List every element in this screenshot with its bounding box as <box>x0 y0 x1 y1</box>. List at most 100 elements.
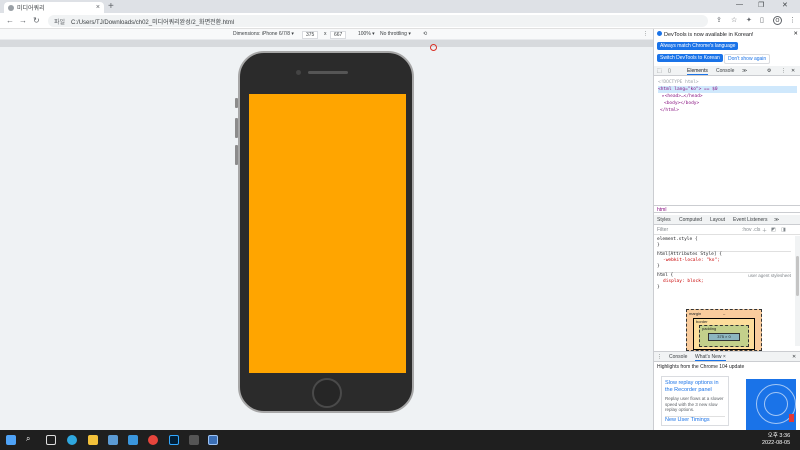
styles-scrollbar[interactable] <box>795 236 800 346</box>
card-next-link[interactable]: New User Timings <box>665 415 725 424</box>
add-rule-icon[interactable]: ＋ <box>762 227 767 234</box>
styles-tab-bar: Styles Computed Layout Event Listeners ≫ <box>654 215 800 225</box>
breadcrumb: html <box>654 205 800 213</box>
reload-icon[interactable]: ↻ <box>33 16 40 25</box>
drawer-tab-whats-new[interactable]: What's New × <box>695 354 726 361</box>
dom-line-html-close[interactable]: </html> <box>658 107 797 114</box>
tab-elements[interactable]: Elements <box>687 68 708 75</box>
device-toggle-icon[interactable]: ▯ <box>668 68 671 74</box>
bookmark-star-icon[interactable]: ☆ <box>731 16 737 24</box>
device-width-input[interactable]: 375 <box>302 31 319 39</box>
recorder-icon[interactable] <box>208 435 218 445</box>
devtools-menu-icon[interactable]: ⋮ <box>781 68 786 74</box>
photoshop-icon[interactable] <box>169 435 179 445</box>
dom-tree: <!DOCTYPE html> <html lang="ko"> == $0 ▸… <box>654 76 800 206</box>
box-border: border padding 375 × 0 <box>693 318 755 350</box>
drawer-menu-icon[interactable]: ⋮ <box>657 354 662 360</box>
menu-kebab-icon[interactable]: ⋮ <box>789 16 796 24</box>
dont-show-button[interactable]: Don't show again <box>724 54 771 64</box>
windows-taskbar: ⌕ 오후 3:36 2022-08-05 <box>0 430 800 450</box>
drawer-tab-console[interactable]: Console <box>669 354 687 360</box>
extensions-icon[interactable]: ✦ <box>746 16 752 24</box>
tab-computed[interactable]: Computed <box>679 217 702 223</box>
dom-line-html[interactable]: <html lang="ko"> == $0 <box>658 86 797 93</box>
box-model-diagram: margin – border padding 375 × 0 <box>686 309 762 351</box>
throttling-select[interactable]: No throttling ▾ <box>380 31 411 37</box>
volume-down-button <box>235 145 238 165</box>
switch-korean-button[interactable]: Switch DevTools to Korean <box>657 54 723 62</box>
taskbar-clock[interactable]: 오후 3:36 2022-08-05 <box>762 433 790 447</box>
search-icon[interactable]: ⌕ <box>26 434 36 444</box>
back-icon[interactable]: ← <box>6 16 14 25</box>
match-language-button[interactable]: Always match Chrome's language <box>657 42 739 50</box>
dom-line-doctype[interactable]: <!DOCTYPE html> <box>658 79 797 86</box>
share-icon[interactable]: ⇪ <box>716 16 722 24</box>
more-style-tabs-icon[interactable]: ≫ <box>774 217 779 223</box>
close-window-icon[interactable]: ✕ <box>782 1 788 9</box>
computed-sidebar-icon[interactable]: ◨ <box>781 227 786 233</box>
infobar-close-icon[interactable]: ✕ <box>793 31 798 37</box>
device-more-icon[interactable]: ⋮ <box>643 31 648 37</box>
volume-up-button <box>235 118 238 138</box>
color-format-icon[interactable]: ◩ <box>771 227 776 233</box>
tab-console[interactable]: Console <box>716 68 734 74</box>
card-description: Replay user flows at a slower speed with… <box>665 396 724 412</box>
zoom-select[interactable]: 100% ▾ <box>358 31 375 37</box>
store-icon[interactable] <box>108 435 118 445</box>
profile-avatar[interactable]: O <box>773 16 782 25</box>
file-scheme-label: 파일 <box>54 19 66 26</box>
dom-line-head[interactable]: ▸<head>…</head> <box>658 93 797 100</box>
side-panel-icon[interactable]: ▯ <box>760 16 764 24</box>
device-height-input[interactable]: 667 <box>330 31 347 39</box>
rotate-icon[interactable]: ⟲ <box>423 31 427 37</box>
file-explorer-icon[interactable] <box>88 435 98 445</box>
windows-start-icon[interactable] <box>6 435 16 445</box>
page-screen[interactable] <box>249 94 406 373</box>
box-margin-label: margin <box>689 311 702 316</box>
rule-html[interactable]: html { <box>657 273 673 278</box>
settings-gear-icon[interactable]: ⚙ <box>767 68 771 74</box>
rule-html-close: } <box>657 285 660 290</box>
close-devtools-icon[interactable]: ✕ <box>791 68 795 74</box>
styles-filter[interactable]: Filter :hov .cls ＋ ◩ ◨ <box>654 226 800 235</box>
tab-layout[interactable]: Layout <box>710 217 725 223</box>
forward-icon[interactable]: → <box>19 16 27 25</box>
close-tab-icon[interactable]: × <box>96 4 100 11</box>
rule-attributes-style[interactable]: html[Attributes Style] { <box>657 251 791 258</box>
whats-new-card[interactable]: Slow replay options in the Recorder pane… <box>661 376 729 426</box>
mail-icon[interactable] <box>128 435 138 445</box>
box-border-label: border <box>696 319 708 324</box>
filter-input[interactable]: Filter <box>657 227 668 233</box>
box-content[interactable]: 375 × 0 <box>708 333 740 341</box>
illustration-accent <box>789 414 794 422</box>
restore-icon[interactable]: ❐ <box>758 1 764 9</box>
mute-switch <box>235 98 238 108</box>
globe-icon <box>8 4 14 11</box>
minimize-icon[interactable]: — <box>736 1 743 8</box>
chrome-icon[interactable] <box>148 435 158 445</box>
styles-scroll-thumb[interactable] <box>796 256 799 296</box>
edge-icon[interactable] <box>67 435 77 445</box>
language-infobar: DevTools is now available in Korean! ✕ Al… <box>654 29 800 66</box>
card-title-link[interactable]: Slow replay options in the Recorder pane… <box>665 380 725 394</box>
close-drawer-icon[interactable]: ✕ <box>792 354 796 360</box>
task-view-icon[interactable] <box>46 435 56 445</box>
box-padding: padding 375 × 0 <box>699 325 749 347</box>
hov-cls-toggle[interactable]: :hov .cls <box>742 227 760 233</box>
devtools-tab-bar: ⬚ ▯ Elements Console ≫ ⚙ ⋮ ✕ <box>654 66 800 76</box>
address-url: C:/Users/TJ/Downloads/ch02_미디어쿼리완성/2_화면전… <box>71 19 235 26</box>
more-tabs-icon[interactable]: ≫ <box>742 68 747 74</box>
dom-line-body[interactable]: <body></body> <box>658 100 797 107</box>
device-dimensions-select[interactable]: Dimensions: iPhone 6/7/8 ▾ <box>233 31 294 37</box>
illustration-ring-inner <box>764 392 788 416</box>
address-bar[interactable]: 파일 C:/Users/TJ/Downloads/ch02_미디어쿼리완성/2_… <box>48 15 708 27</box>
browser-tab[interactable]: 미디어쿼리 × <box>4 2 104 13</box>
inspect-element-icon[interactable]: ⬚ <box>657 68 662 74</box>
tab-styles[interactable]: Styles <box>657 217 671 223</box>
media-query-ruler[interactable] <box>0 40 653 47</box>
breadcrumb-html[interactable]: html <box>657 207 666 213</box>
tab-event-listeners[interactable]: Event Listeners <box>733 217 767 223</box>
info-icon <box>657 31 662 36</box>
app-icon[interactable] <box>189 435 199 445</box>
new-tab-button[interactable]: + <box>108 1 114 12</box>
